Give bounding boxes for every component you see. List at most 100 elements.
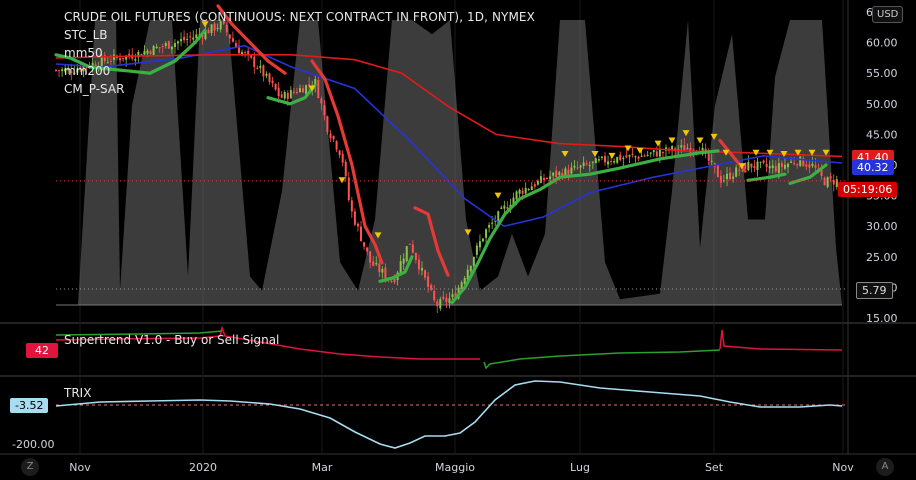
candle-body [637, 156, 640, 159]
candle-body [472, 256, 475, 266]
candle-body [573, 165, 576, 168]
candle-body [378, 263, 381, 273]
legend-psar[interactable]: CM_P-SAR [64, 80, 535, 98]
candle-body [399, 261, 402, 274]
candle-body [61, 69, 64, 72]
candle-body [546, 178, 549, 180]
candle-body [747, 162, 750, 171]
candle-body [451, 294, 454, 298]
candle-body [442, 296, 445, 299]
candle-body [515, 191, 518, 200]
candle-body [594, 158, 597, 164]
candle-body [488, 224, 491, 228]
time-tick-label: Nov [69, 461, 91, 474]
candle-body [436, 301, 439, 307]
trix-axis-tick: -200.00 [12, 438, 55, 451]
candle-body [680, 145, 683, 148]
candle-body [716, 165, 719, 178]
price-tick-label: 25.00 [866, 251, 898, 264]
candle-body [765, 163, 768, 167]
candle-body [793, 163, 796, 165]
candle-body [344, 161, 347, 177]
legend-mm50[interactable]: mm50 [64, 44, 535, 62]
candle-body [579, 165, 582, 168]
candle-body [719, 175, 722, 183]
candle-body [661, 152, 664, 154]
candle-body [597, 159, 600, 161]
zoom-button[interactable]: Z [21, 458, 39, 476]
candle-body [530, 186, 533, 191]
candle-body [350, 200, 353, 212]
candle-body [366, 247, 369, 252]
currency-button[interactable]: USD [872, 6, 904, 23]
candle-body [372, 261, 375, 266]
candle-body [469, 265, 472, 272]
candle-body [655, 151, 658, 157]
candle-body [332, 135, 335, 140]
candle-body [414, 252, 417, 260]
price-tick-label: 55.00 [866, 67, 898, 80]
candle-body [591, 161, 594, 163]
candle-body [408, 243, 411, 245]
candle-body [424, 270, 427, 278]
candle-body [604, 156, 606, 163]
price-badge-blue: 40.32 [852, 160, 894, 175]
candle-body [524, 187, 527, 194]
candle-body [55, 69, 57, 71]
candle-body [634, 156, 637, 158]
supertrend-value-badge: 42 [26, 343, 58, 358]
price-tick-label: 30.00 [866, 220, 898, 233]
candle-body [439, 299, 442, 309]
candle-body [823, 177, 826, 186]
candle-body [774, 165, 777, 172]
candle-body [448, 298, 451, 303]
auto-scale-button[interactable]: A [876, 458, 894, 476]
candle-body [430, 285, 433, 290]
candle-body [329, 133, 332, 139]
candle-body [832, 179, 835, 185]
candle-body [783, 164, 786, 169]
trix-label[interactable]: TRIX [64, 386, 91, 400]
candle-body [829, 176, 832, 179]
candle-body [658, 149, 661, 157]
candle-body [607, 161, 610, 165]
candle-body [753, 166, 756, 169]
candle-body [613, 161, 616, 163]
candle-body [533, 184, 536, 187]
supertrend-label[interactable]: Supertrend V1.0 - Buy or Sell Signal [64, 333, 279, 347]
time-tick-label: Nov [832, 461, 854, 474]
candle-body [445, 297, 448, 302]
candle-body [646, 154, 649, 156]
candle-body [805, 164, 808, 167]
stc-value-badge: 5.79 [856, 282, 893, 299]
candle-body [738, 169, 741, 171]
candle-body [808, 164, 811, 168]
candle-body [539, 176, 542, 183]
candle-body [421, 267, 423, 271]
candle-body [652, 150, 655, 153]
candle-body [405, 246, 408, 262]
candle-body [363, 242, 366, 247]
candle-body [600, 156, 603, 158]
candle-body [384, 267, 387, 279]
candle-body [640, 155, 643, 157]
candle-body [585, 163, 588, 165]
candle-body [506, 207, 509, 209]
time-tick-label: Mar [312, 461, 333, 474]
candle-body [643, 155, 646, 157]
candle-body [427, 276, 430, 288]
legend-stc[interactable]: STC_LB [64, 26, 535, 44]
candle-body [732, 176, 735, 179]
candle-body [338, 150, 341, 156]
candle-body [326, 116, 329, 133]
candle-body [527, 188, 530, 190]
candle-body [567, 169, 570, 175]
legend-mm200[interactable]: mm200 [64, 62, 535, 80]
candle-body [811, 163, 814, 167]
candle-body [341, 153, 344, 163]
candle-body [500, 207, 503, 209]
candle-body [485, 229, 488, 238]
candle-body [463, 277, 466, 284]
candle-body [521, 190, 524, 194]
candle-body [631, 153, 634, 155]
